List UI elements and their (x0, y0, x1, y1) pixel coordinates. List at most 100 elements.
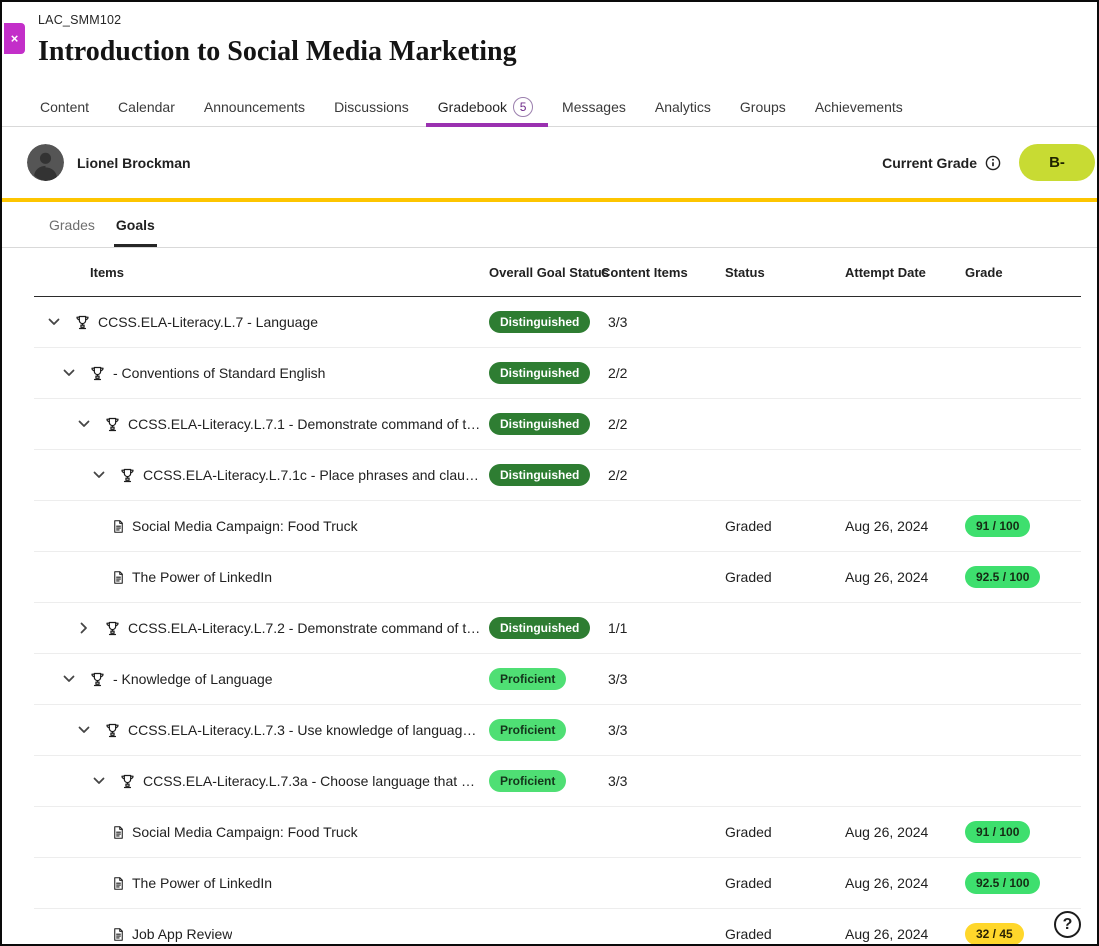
tab-label: Discussions (334, 99, 409, 115)
tab-calendar[interactable]: Calendar (115, 87, 178, 126)
close-icon: × (11, 31, 19, 46)
attempt-date: Aug 26, 2024 (845, 875, 965, 891)
panel-close-button[interactable]: × (4, 23, 25, 54)
chevron-down-icon[interactable] (91, 773, 107, 789)
current-grade-zone: Current Grade B- (882, 144, 1097, 181)
chevron-down-icon[interactable] (91, 467, 107, 483)
subtab-label: Grades (49, 217, 95, 233)
chevron-down-icon[interactable] (61, 365, 77, 381)
goal-status-badge: Distinguished (489, 311, 590, 333)
content-items-count: 3/3 (601, 722, 725, 738)
chevron-right-icon[interactable] (76, 620, 92, 636)
tab-label: Achievements (815, 99, 903, 115)
column-header-status: Status (725, 265, 845, 280)
goal-row[interactable]: CCSS.ELA-Literacy.L.7.2 - Demonstrate co… (34, 603, 1081, 654)
goal-row[interactable]: CCSS.ELA-Literacy.L.7.1 - Demonstrate co… (34, 399, 1081, 450)
item-row[interactable]: Social Media Campaign: Food TruckGradedA… (34, 501, 1081, 552)
info-icon[interactable] (985, 155, 1001, 171)
gradebook-subtabs: Grades Goals (2, 202, 1097, 248)
subtab-goals[interactable]: Goals (116, 202, 155, 247)
goal-label: CCSS.ELA-Literacy.L.7.3 - Use knowledge … (128, 722, 481, 738)
item-label: Job App Review (132, 926, 232, 942)
tab-content[interactable]: Content (37, 87, 92, 126)
goal-status-badge: Proficient (489, 668, 566, 690)
item-label: The Power of LinkedIn (132, 875, 272, 891)
item-label: Social Media Campaign: Food Truck (132, 518, 358, 534)
item-row[interactable]: The Power of LinkedInGradedAug 26, 20249… (34, 858, 1081, 909)
tab-label: Content (40, 99, 89, 115)
goals-table: Items Overall Goal Status Content Items … (34, 248, 1081, 946)
item-row[interactable]: The Power of LinkedInGradedAug 26, 20249… (34, 552, 1081, 603)
content-items-count: 3/3 (601, 314, 725, 330)
document-icon (111, 518, 126, 535)
grade-badge: 92.5 / 100 (965, 872, 1040, 894)
course-header: LAC_SMM102 Introduction to Social Media … (2, 2, 1097, 70)
current-grade-pill: B- (1019, 144, 1095, 181)
tab-discussions[interactable]: Discussions (331, 87, 412, 126)
goal-status-badge: Proficient (489, 719, 566, 741)
goal-label: - Conventions of Standard English (113, 365, 325, 381)
tab-label: Announcements (204, 99, 305, 115)
chevron-down-icon[interactable] (46, 314, 62, 330)
item-label: The Power of LinkedIn (132, 569, 272, 585)
goal-status-badge: Distinguished (489, 362, 590, 384)
content-items-count: 1/1 (601, 620, 725, 636)
chevron-down-icon[interactable] (76, 722, 92, 738)
goal-label: CCSS.ELA-Literacy.L.7.1 - Demonstrate co… (128, 416, 481, 432)
chevron-down-icon[interactable] (61, 671, 77, 687)
chevron-down-icon[interactable] (76, 416, 92, 432)
subtab-label: Goals (116, 217, 155, 233)
document-icon (111, 824, 126, 841)
grade-badge: 92.5 / 100 (965, 566, 1040, 588)
column-header-grade: Grade (965, 265, 1081, 280)
tab-gradebook[interactable]: Gradebook 5 (435, 87, 536, 126)
goal-row[interactable]: CCSS.ELA-Literacy.L.7 - Language Distingu… (34, 297, 1081, 348)
goal-trophy-icon (104, 416, 121, 433)
item-row[interactable]: Job App Review GradedAug 26, 202432 / 45 (34, 909, 1081, 946)
tab-analytics[interactable]: Analytics (652, 87, 714, 126)
goal-row[interactable]: - Conventions of Standard English Disting… (34, 348, 1081, 399)
goal-trophy-icon (119, 467, 136, 484)
goal-label: CCSS.ELA-Literacy.L.7.2 - Demonstrate co… (128, 620, 481, 636)
goal-row[interactable]: CCSS.ELA-Literacy.L.7.3 - Use knowledge … (34, 705, 1081, 756)
goal-trophy-icon (89, 365, 106, 382)
document-icon (111, 926, 126, 943)
subtab-grades[interactable]: Grades (49, 202, 95, 247)
tab-messages[interactable]: Messages (559, 87, 629, 126)
goal-label: - Knowledge of Language (113, 671, 273, 687)
goal-label: CCSS.ELA-Literacy.L.7.3a - Choose langua… (143, 773, 481, 789)
attempt-date: Aug 26, 2024 (845, 824, 965, 840)
content-items-count: 3/3 (601, 671, 725, 687)
student-bar: Lionel Brockman Current Grade B- (2, 127, 1097, 198)
tab-label: Messages (562, 99, 626, 115)
help-button[interactable]: ? (1054, 911, 1081, 938)
item-row[interactable]: Social Media Campaign: Food Truck GradedA… (34, 807, 1081, 858)
goal-status-badge: Distinguished (489, 617, 590, 639)
item-status: Graded (725, 824, 845, 840)
goal-trophy-icon (89, 671, 106, 688)
attempt-date: Aug 26, 2024 (845, 926, 965, 942)
question-icon: ? (1063, 916, 1073, 934)
goal-row[interactable]: CCSS.ELA-Literacy.L.7.3a - Choose langua… (34, 756, 1081, 807)
tab-label: Gradebook (438, 99, 507, 115)
grade-badge: 32 / 45 (965, 923, 1024, 945)
tab-label: Groups (740, 99, 786, 115)
table-header: Items Overall Goal Status Content Items … (34, 248, 1081, 297)
item-status: Graded (725, 926, 845, 942)
column-header-attempt-date: Attempt Date (845, 265, 965, 280)
goal-trophy-icon (74, 314, 91, 331)
item-label: Social Media Campaign: Food Truck (132, 824, 358, 840)
item-status: Graded (725, 569, 845, 585)
avatar (27, 144, 64, 181)
student-name: Lionel Brockman (77, 155, 191, 171)
tab-groups[interactable]: Groups (737, 87, 789, 126)
course-nav: Content Calendar Announcements Discussions G… (2, 87, 1097, 127)
goal-row[interactable]: - Knowledge of Language Proficient 3/3 (34, 654, 1081, 705)
tab-achievements[interactable]: Achievements (812, 87, 906, 126)
content-items-count: 3/3 (601, 773, 725, 789)
tab-announcements[interactable]: Announcements (201, 87, 308, 126)
course-code: LAC_SMM102 (38, 13, 1097, 27)
gradebook-count-badge: 5 (513, 97, 533, 117)
goal-label: CCSS.ELA-Literacy.L.7 - Language (98, 314, 318, 330)
goal-row[interactable]: CCSS.ELA-Literacy.L.7.1c - Place phrases… (34, 450, 1081, 501)
